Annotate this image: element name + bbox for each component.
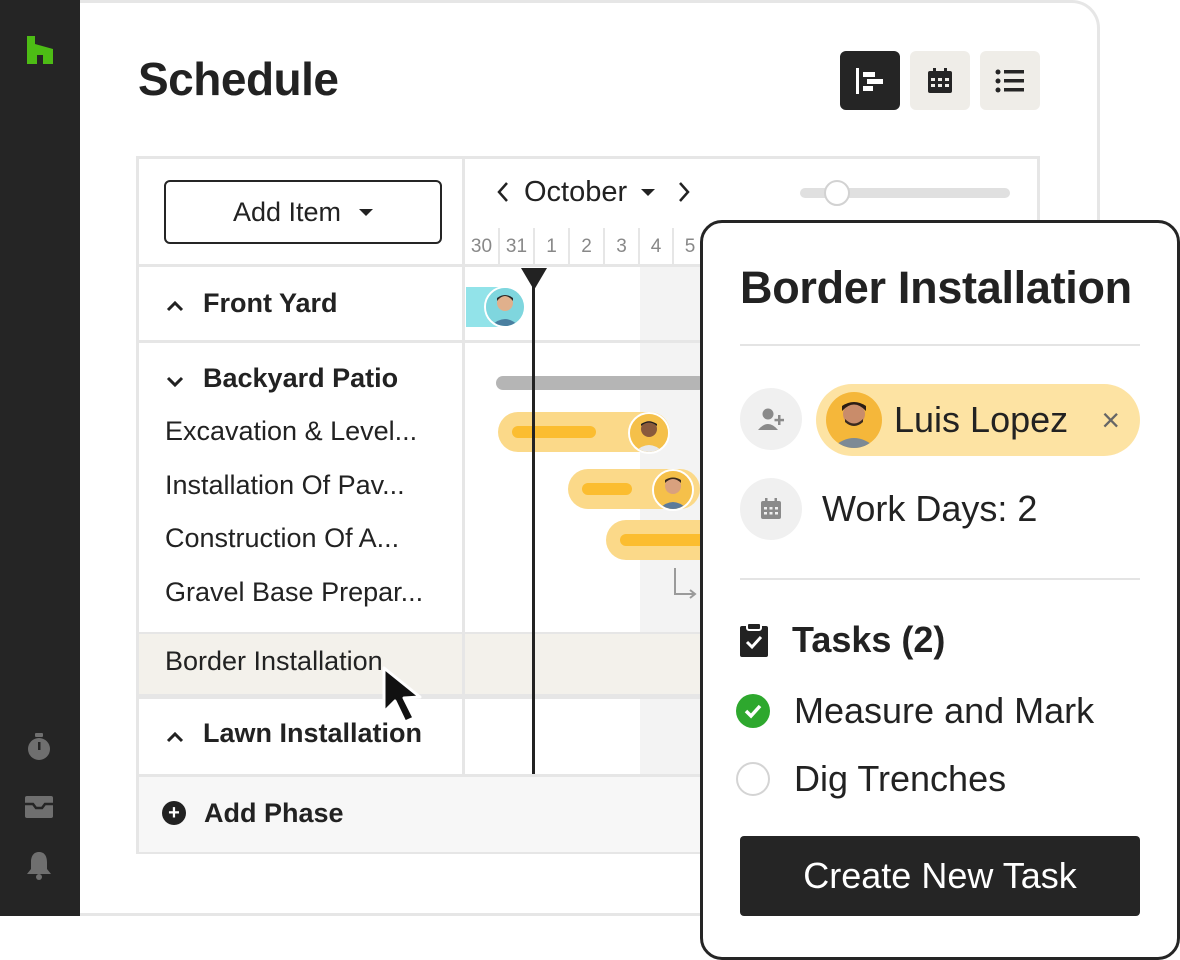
chevron-down-icon[interactable] (165, 372, 185, 392)
day-cell: 31 (500, 228, 535, 266)
plus-circle-icon: + (162, 801, 186, 825)
task-label: Dig Trenches (794, 758, 1007, 799)
gantt-bar-progress (512, 426, 596, 438)
mouse-pointer-icon (382, 666, 422, 724)
add-assignee-button[interactable] (740, 388, 802, 450)
task-row-border-installation[interactable]: Border Installation (165, 646, 383, 677)
month-navigator: October (494, 172, 693, 212)
chevron-left-icon[interactable] (494, 180, 512, 204)
add-phase-button[interactable]: + Add Phase (162, 796, 344, 830)
task-label: Measure and Mark (794, 690, 1095, 731)
month-label[interactable]: October (524, 176, 627, 209)
checkmark-done-icon[interactable] (736, 694, 770, 728)
caret-down-icon (359, 208, 374, 216)
task-row[interactable]: Installation Of Pav... (165, 470, 405, 501)
avatar (652, 469, 694, 511)
phase-backyard-patio[interactable]: Backyard Patio (203, 363, 398, 394)
day-header: 30 31 1 2 3 4 5 (465, 228, 708, 266)
day-cell: 3 (605, 228, 640, 266)
task-row[interactable]: Gravel Base Prepar... (165, 577, 423, 608)
page-title: Schedule (138, 53, 339, 105)
day-cell: 4 (640, 228, 674, 266)
day-cell: 2 (570, 228, 605, 266)
calendar-icon-badge (740, 478, 802, 540)
day-cell: 30 (465, 228, 500, 266)
phase-front-yard[interactable]: Front Yard (203, 288, 338, 319)
month-dropdown-icon[interactable] (641, 188, 656, 196)
add-phase-label: Add Phase (204, 797, 344, 828)
chevron-up-icon[interactable] (165, 727, 185, 747)
gantt-bar-progress (582, 483, 632, 495)
gantt-bar-progress (620, 534, 700, 546)
avatar (628, 412, 670, 454)
day-cell: 1 (535, 228, 570, 266)
chevron-up-icon[interactable] (165, 296, 185, 316)
tasks-heading-label: Tasks (2) (792, 619, 946, 660)
inbox-icon[interactable] (24, 792, 54, 822)
card-title: Border Installation (740, 262, 1132, 313)
list-view-icon (995, 69, 1024, 92)
gantt-view-button[interactable] (840, 51, 900, 110)
zoom-slider-thumb[interactable] (824, 180, 850, 206)
row-divider (139, 340, 700, 343)
tasks-heading: Tasks (2) (738, 618, 945, 662)
task-row[interactable]: Excavation & Level... (165, 416, 417, 447)
bell-icon[interactable] (24, 850, 54, 880)
list-view-button[interactable] (980, 51, 1040, 110)
assignee-name: Luis Lopez (894, 399, 1069, 440)
task-item[interactable]: Measure and Mark (736, 688, 1094, 734)
app-sidebar (0, 0, 80, 916)
clipboard-check-icon (740, 622, 768, 657)
avatar (484, 286, 526, 328)
houzz-logo[interactable] (24, 34, 56, 66)
calendar-view-button[interactable] (910, 51, 970, 110)
task-row[interactable]: Construction Of A... (165, 523, 399, 554)
add-person-icon (758, 408, 784, 430)
card-divider (740, 578, 1140, 580)
backyard-patio-summary-bar (496, 376, 706, 390)
chevron-right-icon[interactable] (675, 180, 693, 204)
checkbox-empty-icon[interactable] (736, 762, 770, 796)
create-new-task-button[interactable]: Create New Task (740, 836, 1140, 916)
work-days-value[interactable]: Work Days: 2 (822, 488, 1037, 530)
calendar-icon (761, 498, 781, 519)
add-item-label: Add Item (232, 196, 342, 227)
add-item-button[interactable]: Add Item (164, 180, 442, 244)
gantt-view-icon (856, 67, 883, 94)
stopwatch-icon[interactable] (24, 732, 54, 762)
assignee-chip[interactable]: Luis Lopez × (816, 384, 1140, 456)
avatar (826, 392, 882, 448)
remove-assignee-icon[interactable]: × (1101, 402, 1120, 438)
today-line (532, 282, 535, 774)
task-item[interactable]: Dig Trenches (736, 756, 1006, 802)
calendar-view-icon (928, 67, 952, 93)
card-divider (740, 344, 1140, 346)
